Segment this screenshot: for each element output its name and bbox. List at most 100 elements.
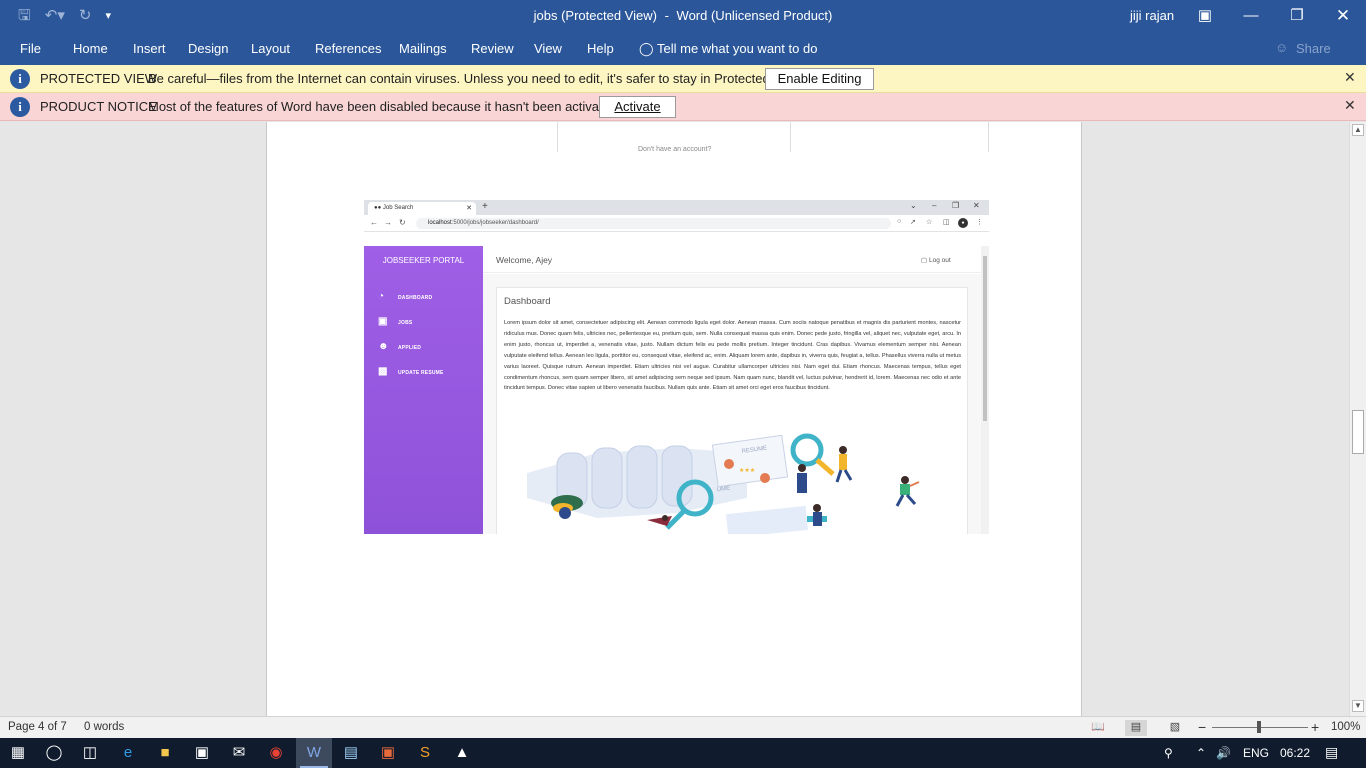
tell-me-search[interactable]: Tell me what you want to do (657, 41, 817, 56)
sidebar-item-label: UPDATE RESUME (398, 370, 444, 376)
protected-view-bar: i PROTECTED VIEW Be careful—files from t… (0, 65, 1366, 93)
chevron-up-icon[interactable]: ⌃ (1196, 746, 1206, 760)
image-divider (790, 122, 791, 152)
browser-address-bar: ← → ↻ localhost:5000/jobs/jobseeker/dash… (364, 215, 989, 232)
zoom-slider-knob[interactable] (1257, 721, 1261, 733)
minimize-button[interactable]: — (1228, 0, 1274, 32)
language-indicator[interactable]: ENG (1243, 746, 1269, 760)
tab-file[interactable]: File (20, 41, 41, 56)
tab-review[interactable]: Review (471, 41, 514, 56)
forward-icon: → (384, 218, 392, 227)
back-icon: ← (370, 218, 378, 227)
browser-tab-title: Job Search (382, 205, 414, 211)
scroll-thumb[interactable] (1352, 410, 1364, 454)
card-title: Dashboard (504, 296, 551, 307)
embedded-scrollbar (981, 246, 989, 534)
share-button[interactable]: ☺ Share (1275, 40, 1331, 56)
portal-brand: JOBSEEKER PORTAL (382, 256, 465, 265)
embedded-scroll-thumb (983, 256, 987, 421)
embedded-screenshot-image: ●● Job Search ✕ + ⌄ – ❐ ✕ ← → ↻ localhos… (364, 200, 989, 534)
close-button[interactable]: ✕ (1320, 0, 1366, 32)
sublime-text-icon[interactable]: S (407, 738, 443, 768)
word-count[interactable]: 0 words (84, 721, 124, 733)
tab-insert[interactable]: Insert (133, 41, 166, 56)
read-mode-icon[interactable]: 📖 (1087, 720, 1109, 736)
key-icon: ○ (897, 218, 902, 225)
word-window: 🖫 ↶▾ ↻ ▾ jobs (Protected View) - Word (U… (0, 0, 1366, 768)
enable-editing-button[interactable]: Enable Editing (765, 68, 874, 90)
tab-favicon-icon: ●● (374, 205, 382, 211)
tab-references[interactable]: References (315, 41, 381, 56)
ribbon-display-options-icon[interactable]: ▣ (1182, 0, 1228, 32)
search-icon[interactable]: ◯ (36, 738, 72, 768)
zoom-out-button[interactable]: − (1198, 719, 1206, 735)
store-icon[interactable]: ▣ (184, 738, 220, 768)
vertical-scrollbar[interactable]: ▲ ▼ (1349, 122, 1366, 716)
close-icon[interactable]: ✕ (1344, 97, 1356, 114)
user-name[interactable]: jiji rajan (1130, 8, 1174, 23)
scroll-down-icon[interactable]: ▼ (1352, 700, 1364, 712)
info-icon: i (10, 97, 30, 117)
close-icon[interactable]: ✕ (1344, 69, 1356, 86)
windows-start-icon[interactable]: ▦ (0, 738, 36, 768)
app-name: Word (Unlicensed Product) (676, 8, 833, 23)
share-icon: ↗ (910, 219, 916, 226)
chrome-icon[interactable]: ◉ (258, 738, 294, 768)
xampp-icon[interactable]: ▣ (370, 738, 406, 768)
windows-taskbar: ▦ ◯ ◫ e ■ ▣ ✉ ◉ W ▤ ▣ S ▲ ⚲ ⌃ 🔊 ENG 06:2… (0, 738, 1366, 768)
tab-design[interactable]: Design (188, 41, 228, 56)
zoom-in-button[interactable]: + (1311, 719, 1319, 735)
web-layout-icon[interactable]: ▧ (1164, 720, 1186, 736)
close-icon: ✕ (973, 201, 980, 210)
notepad-icon[interactable]: ▤ (333, 738, 369, 768)
status-bar: Page 4 of 7 0 words 📖 ▤ ▧ − + 100% (0, 716, 1366, 738)
title-separator: - (664, 8, 669, 23)
sidepanel-icon: ◫ (943, 219, 950, 226)
logout-link: ▢ Log out (921, 256, 951, 264)
reload-icon: ↻ (399, 218, 406, 227)
svg-text:★★★: ★★★ (739, 467, 755, 474)
task-view-icon[interactable]: ◫ (72, 738, 108, 768)
zoom-level[interactable]: 100% (1331, 721, 1360, 733)
user-icon: ☻ (378, 341, 389, 352)
card-text: Lorem ipsum dolor sit amet, consectetuer… (504, 320, 961, 392)
tab-help[interactable]: Help (587, 41, 614, 56)
tab-mailings[interactable]: Mailings (399, 41, 447, 56)
url-field: localhost:5000/jobs/jobseeker/dashboard/ (416, 218, 891, 229)
people-icon[interactable]: ⚲ (1164, 746, 1173, 760)
portal-content: Dashboard Lorem ipsum dolor sit amet, co… (483, 274, 981, 534)
document-page[interactable]: Don't have an account? ●● Job Search ✕ +… (266, 122, 1082, 716)
restore-button[interactable]: ❐ (1274, 0, 1320, 32)
title-bar: 🖫 ↶▾ ↻ ▾ jobs (Protected View) - Word (U… (0, 0, 1366, 32)
tab-home[interactable]: Home (73, 41, 108, 56)
browser-tab-strip: ●● Job Search ✕ + ⌄ – ❐ ✕ (364, 200, 989, 215)
welcome-text: Welcome, Ajey (496, 255, 553, 265)
new-tab-icon: + (482, 201, 488, 212)
file-explorer-icon[interactable]: ■ (147, 738, 183, 768)
page-count[interactable]: Page 4 of 7 (8, 721, 67, 733)
photos-icon[interactable]: ▲ (444, 738, 480, 768)
logout-label: Log out (928, 257, 951, 264)
notifications-icon[interactable]: ▤ (1325, 744, 1338, 761)
scroll-up-icon[interactable]: ▲ (1352, 124, 1364, 136)
portal-topbar: Welcome, Ajey ▢ Log out (483, 246, 981, 273)
edge-icon[interactable]: e (110, 738, 146, 768)
clock[interactable]: 06:22 (1280, 746, 1310, 760)
tab-view[interactable]: View (534, 41, 562, 56)
activate-button[interactable]: Activate (599, 96, 676, 118)
document-area[interactable]: Don't have an account? ●● Job Search ✕ +… (0, 122, 1349, 716)
share-label: Share (1296, 41, 1331, 56)
volume-icon[interactable]: 🔊 (1216, 746, 1231, 760)
menu-dots-icon: ⋮ (976, 219, 983, 226)
mail-icon[interactable]: ✉ (221, 738, 257, 768)
dashboard-icon: ◔ (378, 291, 385, 302)
product-notice-message: Most of the features of Word have been d… (148, 99, 621, 114)
product-notice-bar: i PRODUCT NOTICE Most of the features of… (0, 93, 1366, 121)
word-taskbar-icon[interactable]: W (296, 738, 332, 768)
protected-view-label: PROTECTED VIEW (40, 71, 158, 86)
tab-layout[interactable]: Layout (251, 41, 290, 56)
profile-avatar: ● (958, 218, 968, 228)
ribbon-tabs: File Home Insert Design Layout Reference… (0, 32, 1366, 65)
print-layout-icon[interactable]: ▤ (1125, 720, 1147, 736)
sidebar-item-label: DASHBOARD (398, 295, 433, 301)
